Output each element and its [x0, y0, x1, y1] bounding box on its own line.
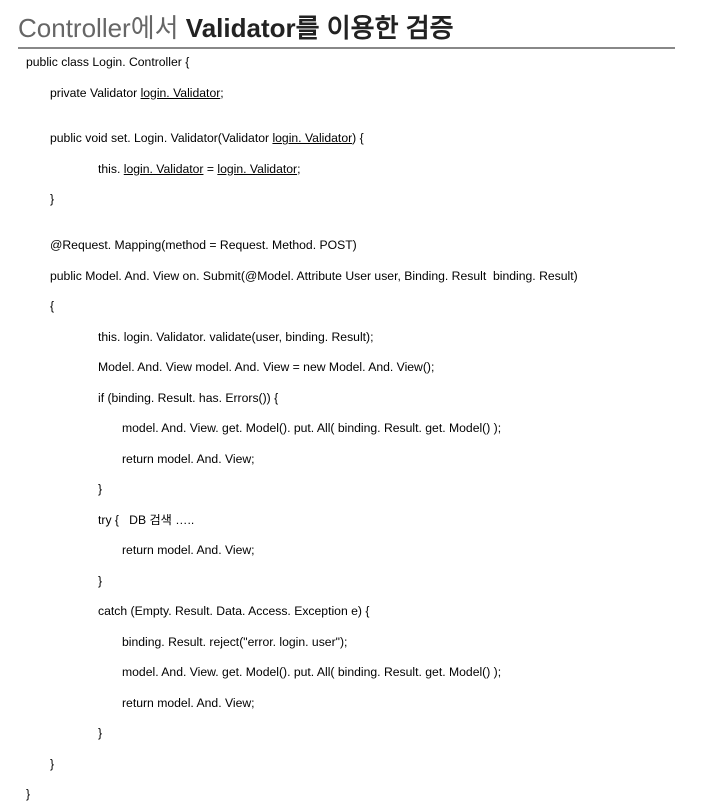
code-block: public class Login. Controller { private…: [18, 55, 702, 802]
code-line: this. login. Validator = login. Validato…: [26, 162, 702, 177]
code-line: }: [26, 726, 702, 741]
code-line: Model. And. View model. And. View = new …: [26, 360, 702, 375]
code-line: }: [26, 482, 702, 497]
code-line: model. And. View. get. Model(). put. All…: [26, 421, 702, 436]
code-line: }: [26, 192, 702, 207]
code-line: @Request. Mapping(method = Request. Meth…: [26, 238, 702, 253]
code-line: return model. And. View;: [26, 543, 702, 558]
code-line: catch (Empty. Result. Data. Access. Exce…: [26, 604, 702, 619]
code-line: private Validator login. Validator;: [26, 86, 702, 101]
code-line: public class Login. Controller {: [26, 55, 189, 69]
code-line: return model. And. View;: [26, 696, 702, 711]
code-line: }: [26, 787, 30, 801]
title-wrap: Controller에서 Validator를 이용한 검증: [18, 8, 702, 49]
code-line: public void set. Login. Validator(Valida…: [26, 131, 702, 146]
title-bold: Validator를 이용한 검증: [186, 13, 454, 43]
title-plain: Controller에서: [18, 13, 186, 43]
code-line: return model. And. View;: [26, 452, 702, 467]
code-line: model. And. View. get. Model(). put. All…: [26, 665, 702, 680]
slide: Controller에서 Validator를 이용한 검증 public cl…: [0, 0, 720, 540]
code-line: }: [26, 757, 702, 772]
code-line: this. login. Validator. validate(user, b…: [26, 330, 702, 345]
slide-title: Controller에서 Validator를 이용한 검증: [18, 8, 675, 49]
code-line: {: [26, 299, 702, 314]
code-line: binding. Result. reject("error. login. u…: [26, 635, 702, 650]
code-line: public Model. And. View on. Submit(@Mode…: [26, 269, 702, 284]
code-line: try { DB 검색 …..: [26, 513, 702, 528]
code-line: }: [26, 574, 702, 589]
code-line: if (binding. Result. has. Errors()) {: [26, 391, 702, 406]
